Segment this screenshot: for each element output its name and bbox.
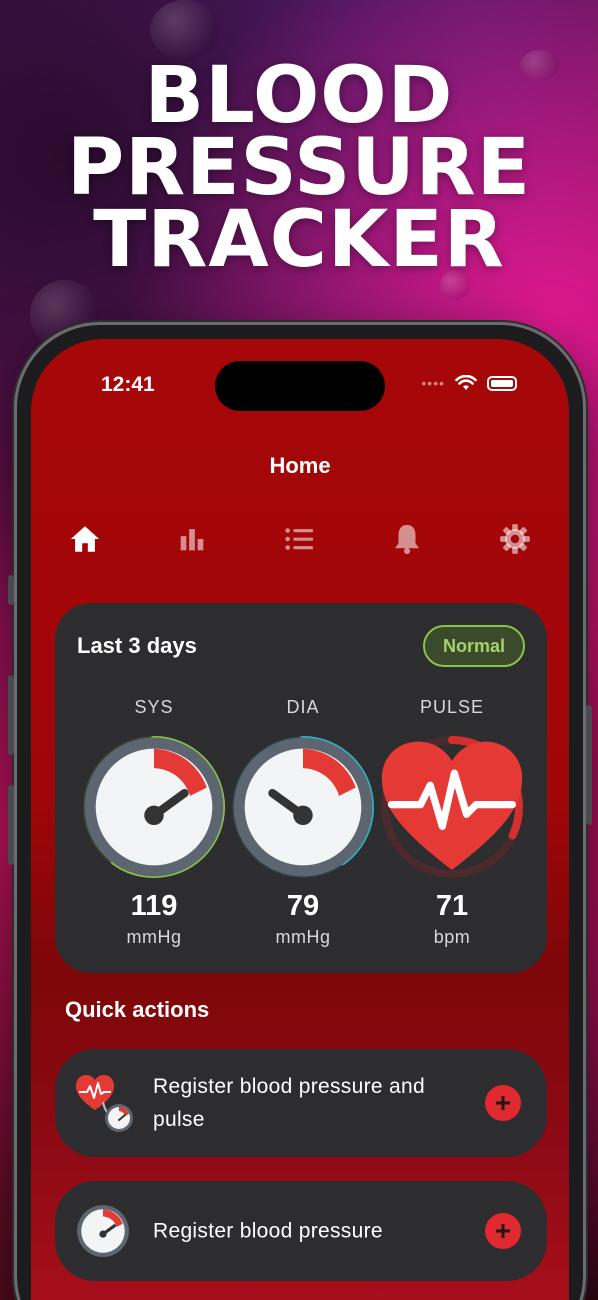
summary-card[interactable]: Last 3 days Normal SYS 119 mmHg DIA 79 m… [55, 603, 547, 973]
dia-ring [228, 732, 378, 882]
dynamic-island [215, 361, 385, 411]
hero-title-line: PRESSURE [66, 123, 532, 213]
page-title: Home [269, 453, 331, 478]
hero-title-line: BLOOD [144, 51, 454, 141]
tab-bar [31, 519, 569, 559]
metric-label: PULSE [419, 697, 485, 717]
volume-button [8, 785, 14, 865]
gauge-icon [77, 1205, 129, 1257]
action-label: Register blood pressure [153, 1219, 383, 1243]
phone-frame: 12:41 •••• Home Last 3 days Normal SYS 1… [8, 322, 592, 1300]
quick-actions-title: Quick actions [65, 997, 210, 1022]
action-label: Register blood pressure and pulse [153, 1075, 425, 1131]
metric-sys: SYS 119 mmHg [79, 697, 229, 948]
battery-icon [487, 375, 517, 391]
metric-dia: DIA 79 mmHg [228, 697, 378, 948]
sys-ring [79, 732, 229, 882]
register-bp-button[interactable]: Register blood pressure [55, 1181, 547, 1281]
metric-unit: mmHg [275, 927, 331, 947]
metric-value: 79 [286, 890, 320, 922]
list-icon [285, 528, 314, 550]
wifi-icon [455, 375, 477, 390]
status-icons: •••• [421, 375, 517, 391]
tab-settings[interactable] [493, 519, 537, 559]
bell-icon [394, 524, 420, 555]
tab-statistics[interactable] [170, 519, 214, 559]
pulse-ring [377, 732, 527, 882]
metric-unit: mmHg [126, 927, 182, 947]
hero-title-line: TRACKER [93, 195, 505, 285]
tab-history[interactable] [277, 519, 321, 559]
volume-button [8, 675, 14, 755]
bar-chart-icon [180, 529, 204, 551]
metric-unit: bpm [433, 927, 471, 947]
tab-home[interactable] [63, 519, 107, 559]
metric-label: SYS [134, 697, 174, 717]
metric-label: DIA [286, 697, 320, 717]
plus-icon [496, 1224, 510, 1238]
signal-dots: •••• [421, 375, 445, 391]
summary-title: Last 3 days [77, 633, 197, 658]
heart-icon [381, 741, 523, 870]
gear-icon [500, 524, 530, 554]
metric-value: 119 [130, 890, 178, 922]
add-button[interactable] [485, 1085, 521, 1121]
tab-reminders[interactable] [385, 519, 429, 559]
gauge-icon [84, 737, 224, 877]
home-icon [70, 526, 100, 552]
status-time: 12:41 [101, 373, 155, 396]
register-bp-pulse-button[interactable]: Register blood pressure and pulse [55, 1049, 547, 1157]
volume-button [8, 575, 14, 605]
heart-gauge-icon [76, 1075, 133, 1132]
status-badge: Normal [423, 625, 525, 667]
gauge-icon [233, 737, 373, 877]
power-button [586, 705, 592, 825]
app-screen: 12:41 •••• Home Last 3 days Normal SYS 1… [31, 339, 569, 1300]
hero-title: BLOOD PRESSURE TRACKER [0, 51, 598, 285]
metric-value: 71 [435, 890, 469, 922]
add-button[interactable] [485, 1213, 521, 1249]
plus-icon [496, 1096, 510, 1110]
metric-pulse: PULSE 71 bpm [377, 697, 527, 948]
